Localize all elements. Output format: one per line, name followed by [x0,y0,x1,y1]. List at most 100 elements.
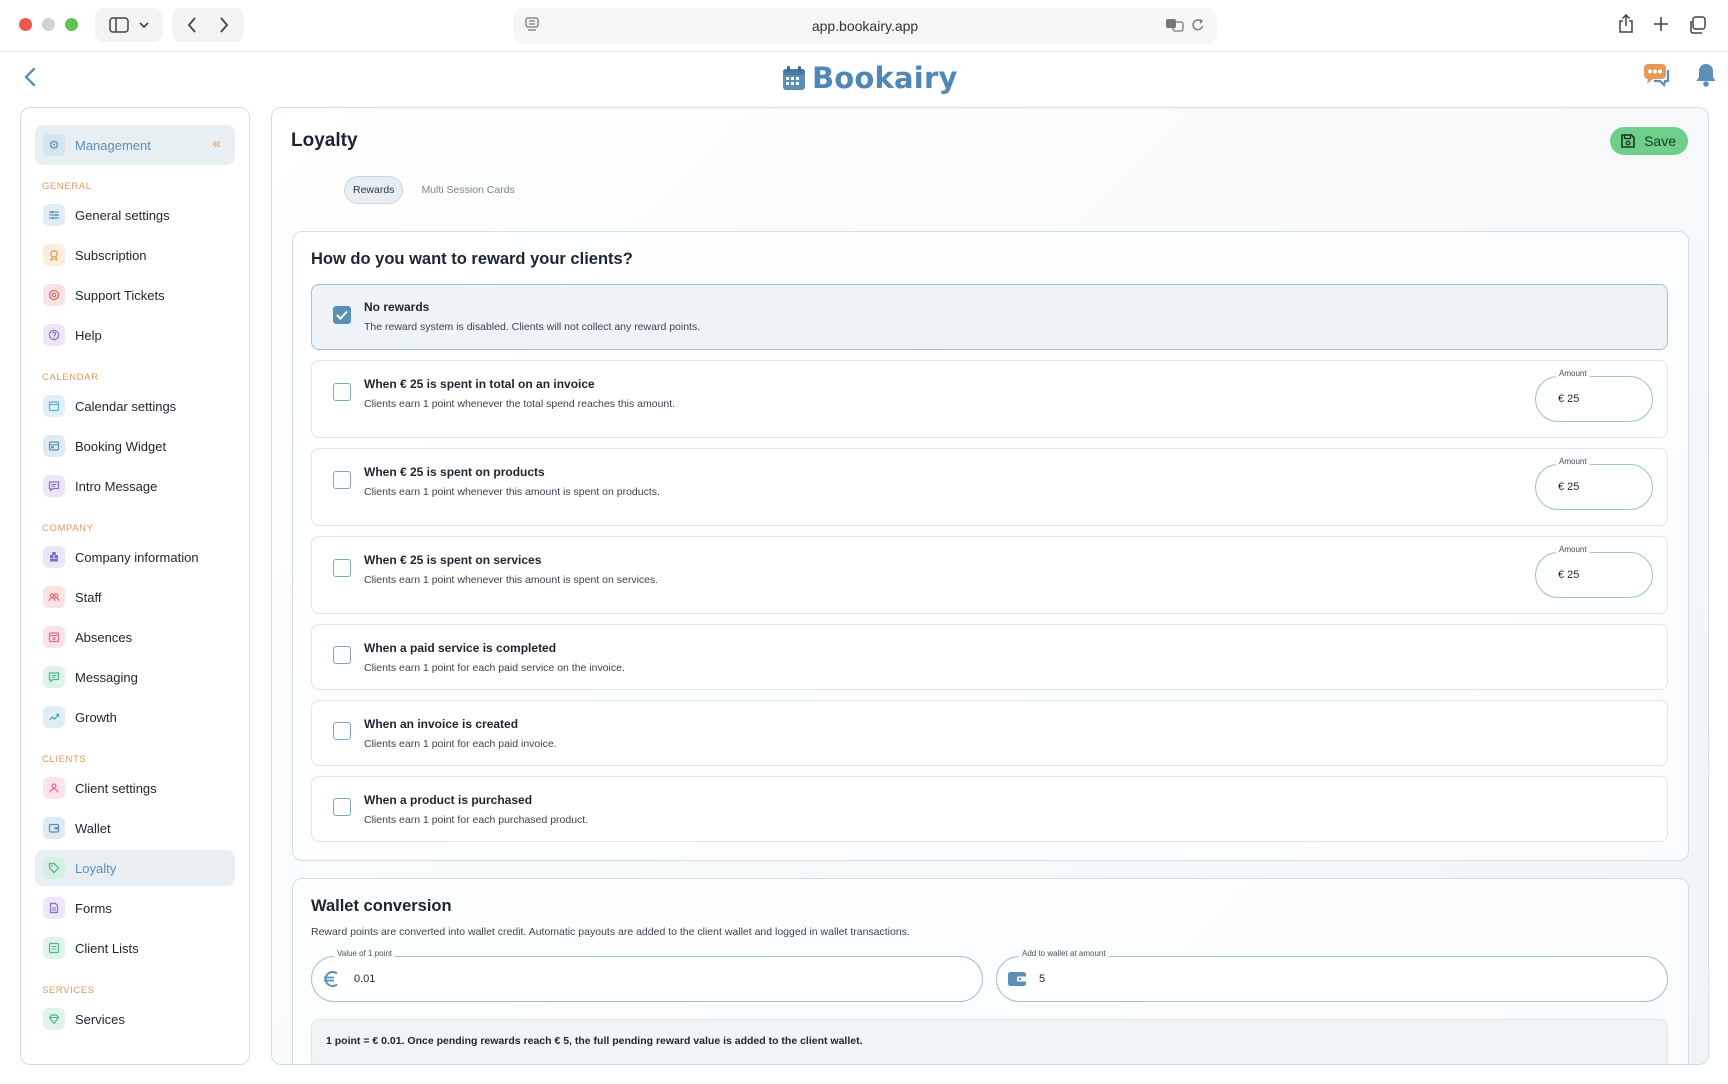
check-icon [336,310,348,320]
address-bar[interactable]: app.bookairy.app [513,8,1217,44]
browser-back-icon[interactable] [187,17,197,33]
back-button[interactable] [18,62,42,92]
sidebar-item-support-tickets[interactable]: Support Tickets [35,277,235,313]
sidebar-item-loyalty[interactable]: Loyalty [35,850,235,886]
chat-bubbles-icon[interactable] [1642,62,1672,88]
sidebar-item-label: Subscription [75,247,147,263]
sidebar-item-absences[interactable]: Absences [35,619,235,655]
section-title-calendar: CALENDAR [42,372,99,383]
amount-value: € 25 [1558,481,1580,493]
trend-icon [43,706,65,728]
question-icon [43,324,65,346]
minimize-window-button[interactable] [42,18,55,31]
url-text: app.bookairy.app [811,18,919,34]
sidebar-toggle-button[interactable] [95,8,163,42]
translate-icon[interactable] [1165,17,1185,33]
products-checkbox[interactable] [333,471,351,489]
bell-icon[interactable] [1695,62,1717,88]
tab-multi-session-cards[interactable]: Multi Session Cards [413,177,522,203]
option-description: Clients earn 1 point for each paid invoi… [364,738,557,750]
option-title: No rewards [364,300,430,314]
page-title: Loyalty [291,130,358,151]
chevron-left-icon [24,67,36,87]
tabs-overview-icon[interactable] [1688,16,1706,34]
reward-option-products[interactable]: When € 25 is spent on products Clients e… [311,448,1668,526]
invoice-total-checkbox[interactable] [333,383,351,401]
browser-forward-icon[interactable] [219,17,229,33]
sidebar-item-label: Help [75,327,102,343]
reload-icon[interactable] [1191,17,1205,33]
tab-rewards[interactable]: Rewards [344,176,404,204]
reward-option-paid-service[interactable]: When a paid service is completed Clients… [311,624,1668,690]
sidebar-item-client-lists[interactable]: Client Lists [35,930,235,966]
paid-service-checkbox[interactable] [333,646,351,664]
collapse-sidebar-icon[interactable]: « [213,135,221,152]
maximize-window-button[interactable] [65,18,78,31]
sidebar-item-services[interactable]: Services [35,1001,235,1037]
reward-option-product-purchased[interactable]: When a product is purchased Clients earn… [311,776,1668,842]
reward-option-services[interactable]: When € 25 is spent on services Clients e… [311,536,1668,614]
section-title-general: GENERAL [42,181,92,192]
sidebar-item-company-information[interactable]: Company information [35,539,235,575]
sidebar-item-label: Booking Widget [75,438,167,454]
sidebar-item-intro-message[interactable]: Intro Message [35,468,235,504]
rewards-heading: How do you want to reward your clients? [311,250,633,268]
building-icon [43,546,65,568]
reward-option-invoice-created[interactable]: When an invoice is created Clients earn … [311,700,1668,766]
services-checkbox[interactable] [333,559,351,577]
option-title: When € 25 is spent in total on an invoic… [364,377,595,391]
sidebar-item-label: Messaging [75,669,138,685]
page-menu-icon[interactable] [525,17,539,33]
amount-field[interactable]: Amount € 25 [1535,545,1653,598]
medal-icon [43,244,65,266]
point-value-label: Value of 1 point [334,949,396,958]
rewards-card: How do you want to reward your clients? … [292,231,1689,861]
amount-field[interactable]: Amount € 25 [1535,369,1653,422]
sidebar-item-client-settings[interactable]: Client settings [35,770,235,806]
point-value-field[interactable]: Value of 1 point 0.01 [311,949,983,1002]
list-icon [43,937,65,959]
sidebar-item-label: Client Lists [75,940,139,956]
chat-icon [43,666,65,688]
widget-icon [43,435,65,457]
wallet-icon [1008,972,1026,986]
product-purchased-checkbox[interactable] [333,798,351,816]
reward-option-none[interactable]: No rewards The reward system is disabled… [311,284,1668,350]
reward-option-invoice-total[interactable]: When € 25 is spent in total on an invoic… [311,360,1668,438]
logo-text: Bookairy [812,61,958,95]
save-button[interactable]: Save [1610,127,1688,155]
sidebar-item-subscription[interactable]: Subscription [35,237,235,273]
tag-icon [43,857,65,879]
browser-toolbar: app.bookairy.app [0,0,1728,52]
sidebar-item-general-settings[interactable]: General settings [35,197,235,233]
share-icon[interactable] [1617,14,1635,34]
sidebar-item-growth[interactable]: Growth [35,699,235,735]
option-description: Clients earn 1 point whenever the total … [364,398,676,410]
sidebar-item-wallet[interactable]: Wallet [35,810,235,846]
sidebar-item-help[interactable]: Help [35,317,235,353]
sidebar-item-calendar-settings[interactable]: Calendar settings [35,388,235,424]
sidebar-item-label: Loyalty [75,860,117,876]
sidebar-item-staff[interactable]: Staff [35,579,235,615]
sidebar-item-label: Services [75,1011,125,1027]
new-tab-icon[interactable] [1653,16,1669,32]
sidebar-item-booking-widget[interactable]: Booking Widget [35,428,235,464]
logo[interactable]: Bookairy [782,58,958,98]
gear-icon: ⚙ [43,134,65,156]
no-rewards-checkbox[interactable] [333,306,351,324]
sidebar-item-forms[interactable]: Forms [35,890,235,926]
section-title-company: COMPANY [42,523,94,534]
tab-bar: Rewards Multi Session Cards [344,176,523,204]
message-icon [43,475,65,497]
amount-field[interactable]: Amount € 25 [1535,457,1653,510]
invoice-created-checkbox[interactable] [333,722,351,740]
sidebar-header-label: Management [75,137,151,153]
sidebar-header[interactable]: ⚙ Management « [35,125,235,165]
option-title: When € 25 is spent on products [364,465,545,479]
conversion-summary: 1 point = € 0.01. Once pending rewards r… [311,1019,1668,1064]
wallet-threshold-field[interactable]: Add to wallet at amount 5 [996,949,1668,1002]
close-window-button[interactable] [19,18,32,31]
sidebar-item-messaging[interactable]: Messaging [35,659,235,695]
sidebar-item-label: Intro Message [75,478,158,494]
lifebuoy-icon [43,284,65,306]
